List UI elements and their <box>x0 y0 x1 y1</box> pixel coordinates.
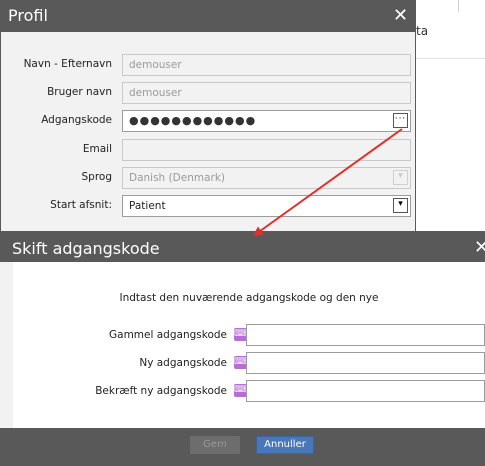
language-select[interactable]: Danish (Denmark) ▾ <box>122 167 411 189</box>
password-field[interactable]: ●●●●●●●●●●●● ··· <box>122 110 411 132</box>
new-password-row: Ny adgangskode ⌨ <box>13 352 485 374</box>
close-icon[interactable]: ✕ <box>474 239 485 257</box>
close-icon[interactable]: ✕ <box>393 7 408 25</box>
field-row-username: Bruger navn demouser <box>1 82 417 104</box>
divider <box>458 0 459 12</box>
new-password-label: Ny adgangskode <box>139 357 227 369</box>
confirm-password-row: Bekræft ny adgangskode ⌨ <box>13 380 485 402</box>
profile-title: Profil <box>8 6 48 25</box>
field-row-language: Sprog Danish (Denmark) ▾ <box>1 167 417 189</box>
change-password-body: Indtast den nuværende adgangskode og den… <box>13 262 485 428</box>
instruction-text: Indtast den nuværende adgangskode og den… <box>119 292 379 304</box>
name-label: Navn - Efternavn <box>23 58 112 70</box>
language-label: Sprog <box>81 171 112 183</box>
new-password-input[interactable] <box>246 352 485 374</box>
old-password-label: Gammel adgangskode <box>109 329 227 341</box>
old-password-row: Gammel adgangskode ⌨ <box>13 324 485 346</box>
change-password-dialog: Skift adgangskode ✕ Indtast den nuværend… <box>0 231 485 466</box>
chevron-down-icon[interactable]: ▾ <box>393 198 408 213</box>
confirm-password-label: Bekræft ny adgangskode <box>95 385 227 397</box>
change-password-button[interactable]: ··· <box>393 113 408 128</box>
password-label: Adgangskode <box>41 114 112 126</box>
start-section-select[interactable]: Patient ▾ <box>122 195 411 217</box>
password-mask: ●●●●●●●●●●●● <box>129 114 257 127</box>
save-button[interactable]: Gem <box>190 436 240 454</box>
background-header: ta <box>410 0 485 59</box>
change-password-titlebar: Skift adgangskode ✕ <box>0 231 485 262</box>
email-label: Email <box>82 143 112 155</box>
profile-titlebar: Profil ✕ <box>1 1 415 32</box>
start-section-label: Start afsnit: <box>50 199 112 211</box>
cancel-button[interactable]: Annuller <box>256 436 314 454</box>
email-field[interactable] <box>122 139 411 161</box>
start-section-value: Patient <box>129 200 166 212</box>
chevron-down-icon[interactable]: ▾ <box>393 170 408 185</box>
language-value: Danish (Denmark) <box>129 172 226 184</box>
name-field[interactable]: demouser <box>122 54 411 76</box>
dialog-footer: Gem Annuller <box>0 428 485 466</box>
field-row-password: Adgangskode ●●●●●●●●●●●● ··· <box>1 110 417 132</box>
field-row-name: Navn - Efternavn demouser <box>1 54 417 76</box>
profile-dialog: Profil ✕ Navn - Efternavn demouser Bruge… <box>0 0 416 236</box>
username-field[interactable]: demouser <box>122 82 411 104</box>
username-label: Bruger navn <box>47 86 112 98</box>
field-row-email: Email <box>1 139 417 161</box>
field-row-start-section: Start afsnit: Patient ▾ <box>1 195 417 217</box>
old-password-input[interactable] <box>246 324 485 346</box>
change-password-title: Skift adgangskode <box>12 239 160 258</box>
confirm-password-input[interactable] <box>246 380 485 402</box>
background-partial-text: ta <box>416 24 429 38</box>
